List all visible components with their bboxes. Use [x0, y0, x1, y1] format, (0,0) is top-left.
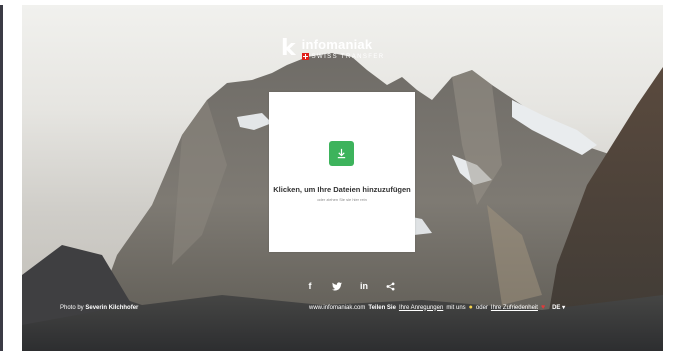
download-arrow-icon [337, 148, 346, 159]
logo-k-mark: k [281, 36, 296, 61]
twitter-icon[interactable] [332, 281, 342, 291]
language-selector[interactable]: DE ▾ [552, 304, 565, 311]
heart-icon: ♥ [540, 304, 546, 311]
logo-wordmark: infomaniak SWISS TRANSFER [301, 37, 385, 60]
upload-dropzone[interactable]: Klicken, um Ihre Dateien hinzuzufügen od… [269, 92, 415, 252]
linkedin-icon[interactable]: in [360, 280, 368, 292]
window-edge [0, 5, 3, 351]
share-icon[interactable] [386, 282, 395, 291]
upload-title: Klicken, um Ihre Dateien hinzuzufügen [273, 185, 411, 194]
social-links: f in [306, 280, 395, 292]
swiss-flag-icon [301, 53, 309, 60]
satisfaction-link[interactable]: Ihre Zufriedenheit [491, 305, 538, 311]
feedback-link[interactable]: Ihre Anregungen [399, 305, 443, 311]
logo-subtitle: SWISS TRANSFER [301, 53, 385, 60]
credit-author[interactable]: Severin Kilchhofer [85, 305, 138, 311]
footer-links: www.infomaniak.com Teilen Sie Ihre Anreg… [309, 304, 565, 311]
upload-subtitle: oder ziehen Sie sie hier rein [317, 197, 367, 202]
share-prefix: Teilen Sie [368, 304, 396, 311]
chevron-down-icon: ▾ [562, 305, 566, 311]
logo-name: infomaniak [301, 37, 373, 52]
infomaniak-logo[interactable]: k infomaniak SWISS TRANSFER [281, 37, 384, 61]
logo-subtitle-text: SWISS TRANSFER [311, 53, 385, 60]
language-label: DE [552, 305, 561, 311]
lightbulb-icon: ● [468, 304, 473, 311]
upload-button[interactable] [329, 141, 354, 166]
facebook-icon[interactable]: f [306, 280, 314, 292]
site-link[interactable]: www.infomaniak.com [309, 305, 365, 311]
credit-prefix: Photo by [60, 305, 84, 311]
or-text: oder [475, 304, 488, 311]
photo-credit: Photo by Severin Kilchhofer [60, 305, 138, 311]
with-us-text: mit uns [446, 304, 466, 311]
